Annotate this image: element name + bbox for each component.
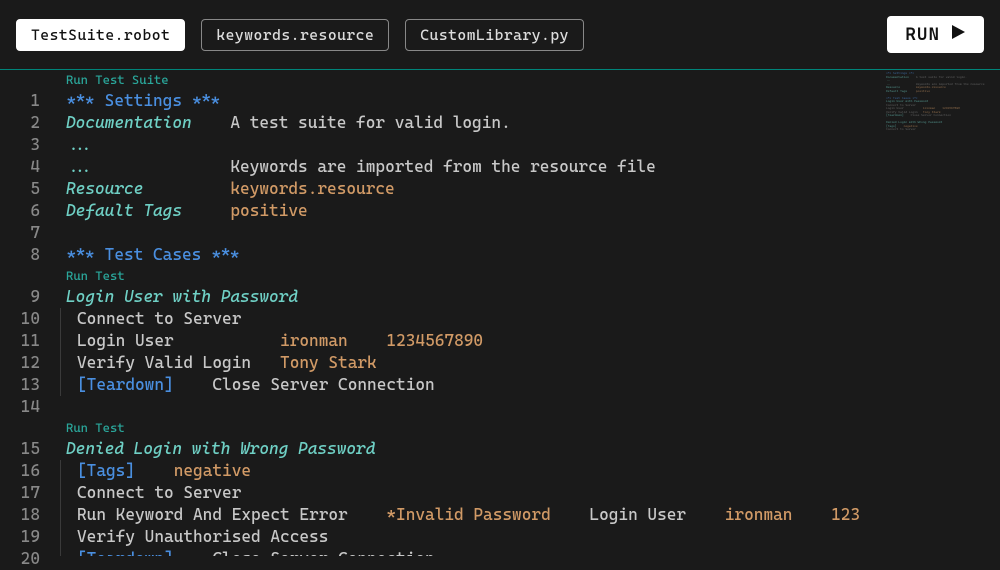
code-line[interactable] bbox=[52, 396, 1000, 418]
line-number: 1 bbox=[0, 90, 40, 112]
run-label: RUN bbox=[905, 24, 940, 45]
line-number: 8 bbox=[0, 244, 40, 266]
code-line[interactable]: Documentation A test suite for valid log… bbox=[52, 112, 1000, 134]
code-line[interactable]: ... bbox=[52, 134, 1000, 156]
code-line[interactable]: Resource keywords.resource bbox=[52, 178, 1000, 200]
line-number: 14 bbox=[0, 396, 40, 418]
line-number: 12 bbox=[0, 352, 40, 374]
code-line[interactable]: Verify Unauthorised Access bbox=[52, 526, 1000, 548]
code-line[interactable]: Connect to Server bbox=[52, 482, 1000, 504]
code-line[interactable]: *** Settings *** bbox=[52, 90, 1000, 112]
file-tab-2[interactable]: CustomLibrary.py bbox=[405, 19, 584, 51]
code-line[interactable]: *** Test Cases *** bbox=[52, 244, 1000, 266]
code-line[interactable]: [Tags] negative bbox=[52, 460, 1000, 482]
code-line[interactable]: ... Keywords are imported from the resou… bbox=[52, 156, 1000, 178]
line-number: 11 bbox=[0, 330, 40, 352]
codelens-run-test[interactable]: Run Test bbox=[52, 418, 1000, 438]
line-gutter: 1234567891011121314151617181920 bbox=[0, 70, 48, 556]
line-number: 7 bbox=[0, 222, 40, 244]
line-number: 3 bbox=[0, 134, 40, 156]
line-number: 18 bbox=[0, 504, 40, 526]
line-number: 10 bbox=[0, 308, 40, 330]
codelens-run-suite[interactable]: Run Test Suite bbox=[52, 70, 1000, 90]
topbar: TestSuite.robot keywords.resource CustomLi… bbox=[0, 0, 1000, 70]
code-line[interactable]: Login User ironman 1234567890 bbox=[52, 330, 1000, 352]
code-line[interactable]: Connect to Server bbox=[52, 308, 1000, 330]
line-number: 5 bbox=[0, 178, 40, 200]
codelens-run-test[interactable]: Run Test bbox=[52, 266, 1000, 286]
line-number: 15 bbox=[0, 438, 40, 460]
line-number: 20 bbox=[0, 548, 40, 556]
line-number: 4 bbox=[0, 156, 40, 178]
code-editor[interactable]: 1234567891011121314151617181920 Run Test… bbox=[0, 70, 1000, 556]
play-icon bbox=[950, 24, 966, 45]
line-number: 19 bbox=[0, 526, 40, 548]
run-button[interactable]: RUN bbox=[887, 16, 984, 53]
code-line[interactable]: Run Keyword And Expect Error *Invalid Pa… bbox=[52, 504, 1000, 526]
line-number: 9 bbox=[0, 286, 40, 308]
code-line[interactable]: Verify Valid Login Tony Stark bbox=[52, 352, 1000, 374]
line-number: 2 bbox=[0, 112, 40, 134]
code-line[interactable] bbox=[52, 222, 1000, 244]
line-number: 6 bbox=[0, 200, 40, 222]
file-tab-1[interactable]: keywords.resource bbox=[201, 19, 389, 51]
code-line[interactable]: Login User with Password bbox=[52, 286, 1000, 308]
code-line[interactable]: [Teardown] Close Server Connection bbox=[52, 374, 1000, 396]
code-area[interactable]: Run Test Suite*** Settings ***Documentat… bbox=[48, 70, 1000, 556]
code-line[interactable]: Denied Login with Wrong Password bbox=[52, 438, 1000, 460]
line-number: 16 bbox=[0, 460, 40, 482]
code-line[interactable]: Default Tags positive bbox=[52, 200, 1000, 222]
code-line[interactable]: [Teardown] Close Server Connection bbox=[52, 548, 1000, 556]
line-number: 17 bbox=[0, 482, 40, 504]
file-tab-0[interactable]: TestSuite.robot bbox=[16, 19, 185, 51]
line-number: 13 bbox=[0, 374, 40, 396]
file-tabs: TestSuite.robot keywords.resource CustomLi… bbox=[16, 19, 584, 51]
